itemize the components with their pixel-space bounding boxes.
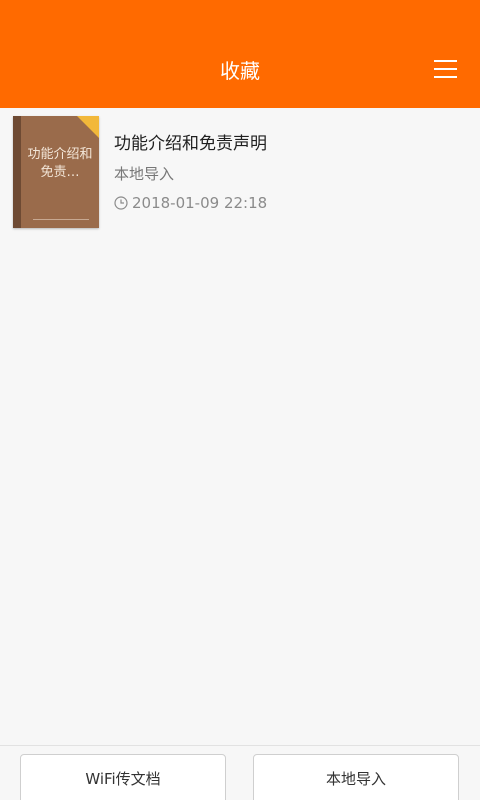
book-cover-title: 功能介绍和免责… — [27, 147, 93, 180]
clock-icon — [114, 196, 128, 210]
book-list-item[interactable]: 功能介绍和免责… 功能介绍和免责声明 本地导入 2018-01-09 22:18 — [0, 108, 480, 234]
local-import-button[interactable]: 本地导入 — [253, 754, 459, 800]
bottom-bar: WiFi传文档 本地导入 — [0, 745, 480, 800]
menu-button[interactable] — [432, 55, 462, 83]
hamburger-menu-icon-middle — [434, 68, 457, 70]
cover-divider — [33, 219, 89, 220]
book-cover[interactable]: 功能介绍和免责… — [13, 116, 99, 228]
book-date-row: 2018-01-09 22:18 — [114, 193, 267, 213]
app-root: 收藏 功能介绍和免责… 功能介绍和免责声明 本地导入 2018-01-09 22… — [0, 0, 480, 800]
hamburger-menu-icon — [434, 60, 457, 62]
wifi-transfer-button[interactable]: WiFi传文档 — [20, 754, 226, 800]
top-bar: 收藏 — [0, 0, 480, 108]
page-title: 收藏 — [220, 59, 260, 83]
hamburger-menu-icon-bottom — [434, 76, 457, 78]
book-date: 2018-01-09 22:18 — [132, 194, 268, 212]
cover-corner-ribbon — [77, 116, 99, 138]
book-title: 功能介绍和免责声明 — [114, 134, 267, 154]
book-source: 本地导入 — [114, 165, 175, 183]
